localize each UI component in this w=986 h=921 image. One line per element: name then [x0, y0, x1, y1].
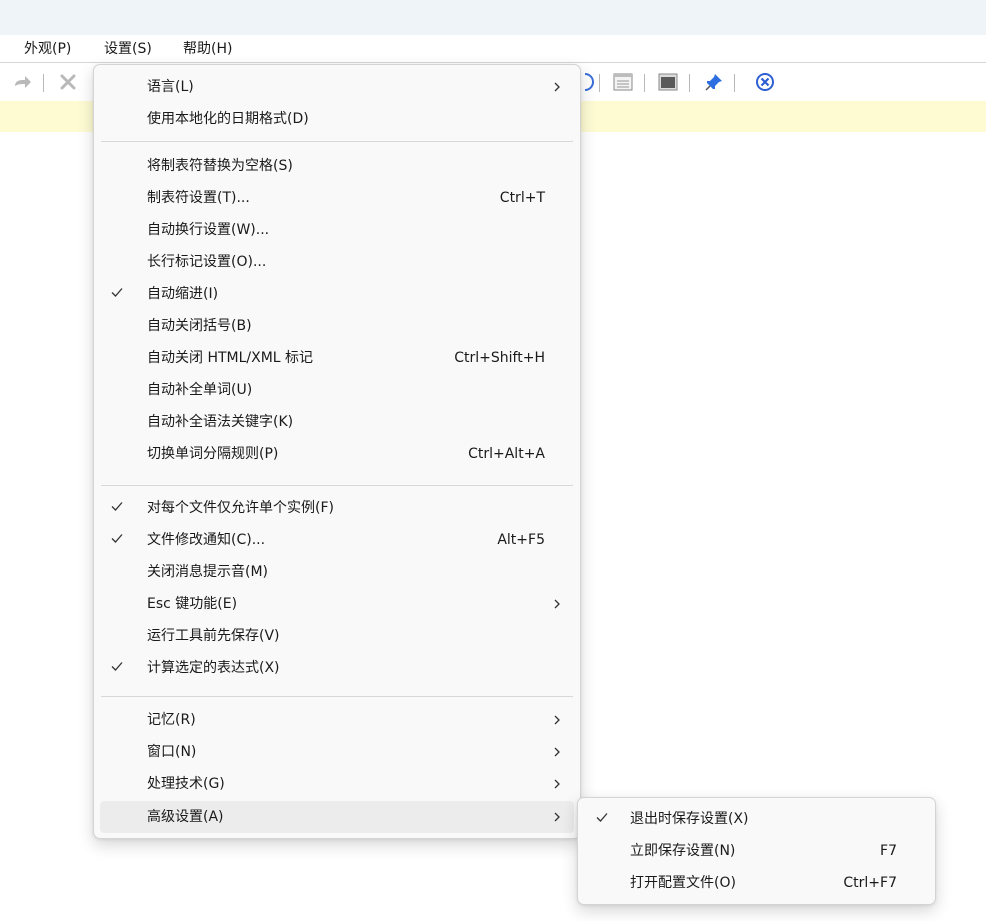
menu-item-advanced-settings[interactable]: 高级设置(A) — [100, 801, 574, 833]
menu-separator — [101, 696, 573, 697]
toolbar-separator — [599, 74, 600, 92]
toolbar-separator — [734, 74, 735, 92]
menu-view[interactable]: 外观(P) — [21, 39, 74, 59]
pin-icon[interactable] — [703, 71, 725, 93]
menu-item-label: 长行标记设置(O)... — [147, 254, 267, 270]
menu-item-label: 对每个文件仅允许单个实例(F) — [147, 500, 334, 516]
menu-item-shortcut: Ctrl+Alt+A — [468, 446, 545, 462]
checkmark-icon — [111, 662, 123, 671]
checkmark-icon — [111, 288, 123, 297]
menu-item-processing[interactable]: 处理技术(G) — [94, 768, 580, 800]
menu-item-label: Esc 键功能(E) — [147, 596, 238, 612]
menu-item-single-instance[interactable]: 对每个文件仅允许单个实例(F) — [94, 492, 580, 524]
menu-item-label: 自动关闭括号(B) — [147, 318, 252, 334]
toolbar-separator — [689, 74, 690, 92]
menu-help[interactable]: 帮助(H) — [180, 39, 235, 59]
menu-item-save-before-tools[interactable]: 运行工具前先保存(V) — [94, 620, 580, 652]
menu-item-label: 高级设置(A) — [147, 809, 224, 825]
menu-item-long-line-marker[interactable]: 长行标记设置(O)... — [94, 246, 580, 278]
menu-item-label: 文件修改通知(C)... — [147, 532, 266, 548]
menu-item-label: 计算选定的表达式(X) — [147, 660, 280, 676]
menu-item-label: 窗口(N) — [147, 744, 197, 760]
menu-item-language[interactable]: 语言(L) — [94, 71, 580, 103]
checkmark-icon — [111, 534, 123, 543]
menu-item-label: 自动缩进(I) — [147, 286, 219, 302]
menu-item-label: 自动补全语法关键字(K) — [147, 414, 294, 430]
menu-item-save-on-exit[interactable]: 退出时保存设置(X) — [578, 803, 935, 835]
chevron-right-icon — [554, 599, 560, 609]
menu-item-memory[interactable]: 记忆(R) — [94, 704, 580, 736]
menu-item-autocomplete-keywords[interactable]: 自动补全语法关键字(K) — [94, 406, 580, 438]
chevron-right-icon — [554, 715, 560, 725]
menu-item-mute-sounds[interactable]: 关闭消息提示音(M) — [94, 556, 580, 588]
menu-item-label: 自动换行设置(W)... — [147, 222, 270, 238]
menu-item-label: 处理技术(G) — [147, 776, 225, 792]
toolbar-separator — [43, 74, 44, 92]
chevron-right-icon — [554, 82, 560, 92]
menu-item-label: 制表符设置(T)... — [147, 190, 250, 206]
settings-menu: 语言(L) 使用本地化的日期格式(D) 将制表符替换为空格(S) 制表符设置(T… — [93, 64, 581, 839]
menu-item-evaluate-expression[interactable]: 计算选定的表达式(X) — [94, 652, 580, 684]
menu-item-label: 退出时保存设置(X) — [630, 811, 749, 827]
terminal-icon[interactable] — [657, 71, 679, 93]
menu-item-shortcut: Alt+F5 — [497, 532, 545, 548]
menu-item-label: 打开配置文件(O) — [630, 875, 736, 891]
menu-item-label: 立即保存设置(N) — [630, 843, 736, 859]
menu-item-word-wrap-settings[interactable]: 自动换行设置(W)... — [94, 214, 580, 246]
chevron-right-icon — [554, 779, 560, 789]
menu-item-shortcut: F7 — [880, 843, 897, 859]
menu-item-autocomplete-words[interactable]: 自动补全单词(U) — [94, 374, 580, 406]
chevron-right-icon — [554, 747, 560, 757]
menu-item-save-now[interactable]: 立即保存设置(N) F7 — [578, 835, 935, 867]
menu-item-label: 记忆(R) — [147, 712, 196, 728]
menu-item-label: 自动补全单词(U) — [147, 382, 253, 398]
menu-item-localized-date[interactable]: 使用本地化的日期格式(D) — [94, 103, 580, 135]
close-circle-icon[interactable] — [754, 71, 776, 93]
cut-scissors-icon[interactable] — [57, 71, 79, 93]
menu-item-shortcut: Ctrl+F7 — [843, 875, 897, 891]
checkmark-icon — [111, 502, 123, 511]
menu-item-auto-close-tags[interactable]: 自动关闭 HTML/XML 标记 Ctrl+Shift+H — [94, 342, 580, 374]
menu-separator — [101, 485, 573, 486]
menu-item-shortcut: Ctrl+T — [499, 190, 545, 206]
menu-bar: 外观(P) 设置(S) 帮助(H) — [0, 35, 986, 63]
menu-item-label: 关闭消息提示音(M) — [147, 564, 269, 580]
menu-item-word-delimiter-rules[interactable]: 切换单词分隔规则(P) Ctrl+Alt+A — [94, 438, 580, 470]
menu-item-file-change-notify[interactable]: 文件修改通知(C)... Alt+F5 — [94, 524, 580, 556]
menu-item-tab-settings[interactable]: 制表符设置(T)... Ctrl+T — [94, 182, 580, 214]
list-view-icon[interactable] — [612, 71, 634, 93]
chevron-right-icon — [554, 812, 560, 822]
redo-arrow-icon[interactable] — [12, 71, 34, 93]
menu-item-label: 使用本地化的日期格式(D) — [147, 111, 309, 127]
menu-item-label: 语言(L) — [147, 79, 194, 95]
menu-item-label: 切换单词分隔规则(P) — [147, 446, 279, 462]
menu-item-auto-close-brackets[interactable]: 自动关闭括号(B) — [94, 310, 580, 342]
title-bar — [0, 0, 986, 35]
checkmark-icon — [596, 813, 608, 822]
menu-item-esc-function[interactable]: Esc 键功能(E) — [94, 588, 580, 620]
toolbar-separator — [644, 74, 645, 92]
menu-item-open-config-file[interactable]: 打开配置文件(O) Ctrl+F7 — [578, 867, 935, 899]
menu-item-auto-indent[interactable]: 自动缩进(I) — [94, 278, 580, 310]
menu-separator — [101, 141, 573, 142]
menu-item-label: 运行工具前先保存(V) — [147, 628, 280, 644]
menu-item-shortcut: Ctrl+Shift+H — [454, 350, 545, 366]
advanced-settings-submenu: 退出时保存设置(X) 立即保存设置(N) F7 打开配置文件(O) Ctrl+F… — [577, 797, 936, 905]
menu-settings[interactable]: 设置(S) — [101, 39, 155, 59]
menu-item-tabs-to-spaces[interactable]: 将制表符替换为空格(S) — [94, 150, 580, 182]
menu-item-label: 将制表符替换为空格(S) — [147, 158, 293, 174]
menu-item-window[interactable]: 窗口(N) — [94, 736, 580, 768]
menu-item-label: 自动关闭 HTML/XML 标记 — [147, 350, 314, 366]
